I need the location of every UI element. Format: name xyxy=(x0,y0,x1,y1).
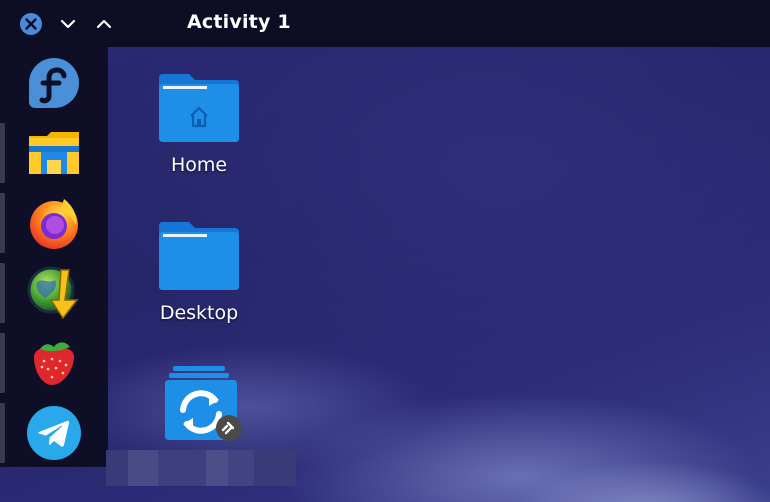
dock-item-jdownloader[interactable] xyxy=(24,263,84,323)
running-indicator xyxy=(0,193,5,253)
folder-icon xyxy=(159,222,239,290)
file-manager-icon xyxy=(29,132,79,174)
maximize-button[interactable] xyxy=(92,12,116,36)
sync-folder-link-icon xyxy=(165,366,242,441)
chevron-up-icon xyxy=(96,19,112,29)
dock-item-fedora[interactable] xyxy=(24,53,84,113)
desktop-icon-desktop[interactable]: Desktop xyxy=(149,220,249,324)
desktop-wallpaper xyxy=(0,47,770,502)
dock-item-files[interactable] xyxy=(24,123,84,183)
running-indicator xyxy=(0,333,5,393)
dock-item-telegram[interactable] xyxy=(24,403,84,463)
running-indicator xyxy=(0,403,5,463)
close-button[interactable] xyxy=(19,12,43,36)
running-indicator xyxy=(0,263,5,323)
fedora-icon xyxy=(29,58,79,108)
blurred-region xyxy=(106,450,296,486)
dock-item-strawberry[interactable] xyxy=(24,333,84,393)
home-folder-icon xyxy=(159,74,239,142)
desktop-icon-label: Home xyxy=(170,154,228,176)
window-titlebar: Activity 1 xyxy=(0,0,770,47)
desktop-icon-home[interactable]: Home xyxy=(149,72,249,176)
strawberry-icon xyxy=(34,342,75,385)
window-title: Activity 1 xyxy=(187,11,291,33)
dock xyxy=(0,47,108,467)
firefox-icon xyxy=(30,199,78,249)
running-indicator xyxy=(0,123,5,183)
jdownloader-icon xyxy=(27,266,79,320)
desktop-icon-sync-link[interactable] xyxy=(153,364,253,450)
chevron-down-icon xyxy=(60,19,76,29)
dock-item-firefox[interactable] xyxy=(24,193,84,253)
close-icon xyxy=(20,13,42,35)
telegram-icon xyxy=(27,406,81,460)
desktop-icon-label: Desktop xyxy=(159,302,239,324)
minimize-button[interactable] xyxy=(56,12,80,36)
